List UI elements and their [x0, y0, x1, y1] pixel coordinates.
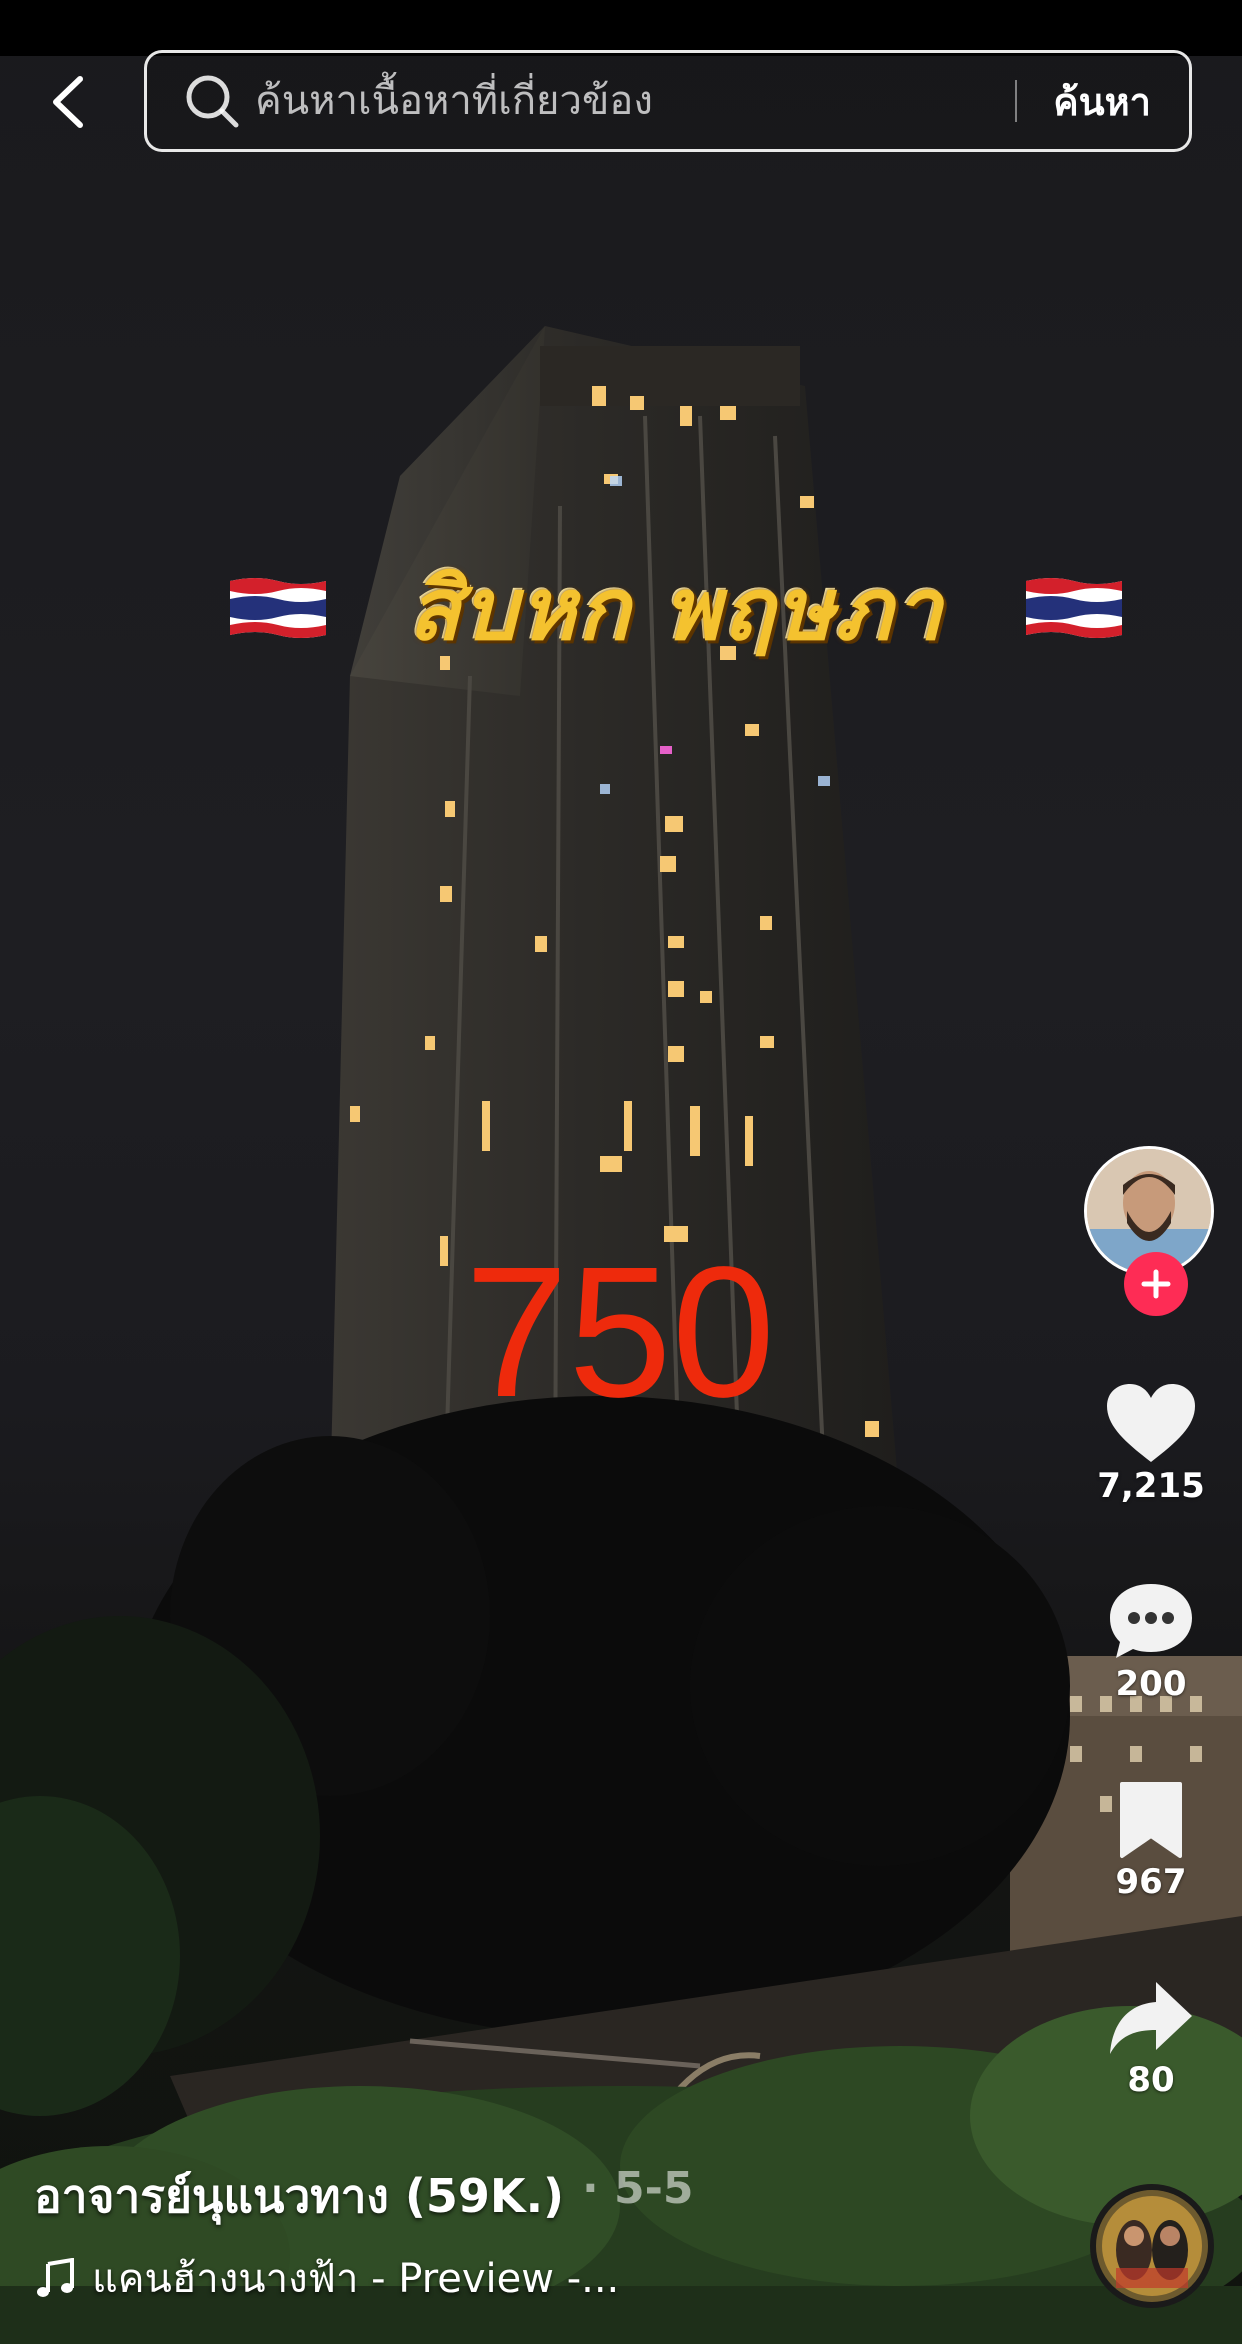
comment-icon — [1110, 1584, 1192, 1658]
search-submit-button[interactable]: ค้นหา — [1053, 71, 1151, 132]
bookmark-icon — [1120, 1782, 1182, 1858]
author-name[interactable]: อาจารย์นุแนวทาง (59K.) — [34, 2160, 564, 2233]
search-icon — [183, 72, 241, 130]
follow-button[interactable] — [1124, 1252, 1188, 1316]
bookmark-count: 967 — [1115, 1862, 1187, 1902]
music-note-icon — [34, 2256, 78, 2300]
share-icon — [1110, 1982, 1192, 2054]
share-count: 80 — [1127, 2060, 1175, 2100]
flag-icon — [230, 578, 326, 638]
video-screen[interactable]: ค้นหา สิบหก พฤษภา 750 — [0, 0, 1242, 2344]
night-tower-scene — [0, 326, 1242, 2344]
share-button[interactable]: 80 — [1078, 1978, 1224, 2100]
comment-button[interactable]: 200 — [1078, 1580, 1224, 1704]
music-title: แคนฮ้างนางฟ้า - Preview -... — [92, 2256, 620, 2302]
back-button[interactable] — [38, 72, 98, 132]
plus-icon — [1141, 1269, 1171, 1299]
video-overlay-title: สิบหก พฤษภา — [226, 548, 1126, 668]
bookmark-button[interactable]: 967 — [1078, 1780, 1224, 1902]
like-count: 7,215 — [1097, 1466, 1205, 1506]
comment-count: 200 — [1115, 1664, 1187, 1704]
post-date: · 5-5 — [582, 2163, 694, 2214]
search-divider — [1015, 80, 1018, 122]
search-input[interactable] — [253, 60, 1016, 142]
video-frame[interactable] — [0, 56, 1242, 2344]
flag-icon — [1026, 578, 1122, 638]
heart-icon — [1107, 1384, 1195, 1462]
status-bar — [0, 0, 1242, 56]
back-icon — [53, 76, 83, 128]
music-row[interactable]: แคนฮ้างนางฟ้า - Preview -... — [34, 2246, 619, 2310]
overlay-number: 750 — [464, 1229, 776, 1436]
creator-avatar-group — [1084, 1146, 1218, 1316]
search-bar[interactable]: ค้นหา — [144, 50, 1192, 152]
overlay-title-text: สิบหก พฤษภา — [407, 558, 945, 660]
like-button[interactable]: 7,215 — [1078, 1382, 1224, 1506]
music-disc[interactable] — [1090, 2184, 1214, 2308]
